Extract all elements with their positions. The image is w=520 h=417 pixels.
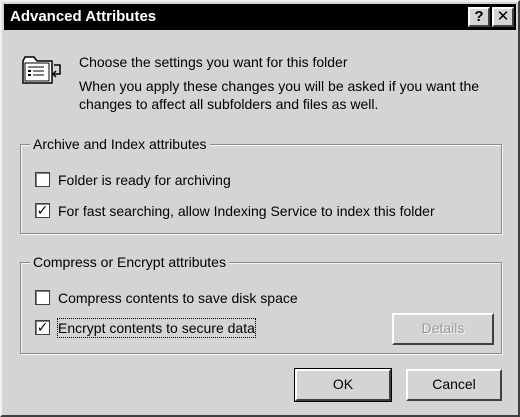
compress-checkbox[interactable] — [35, 290, 50, 305]
cancel-button[interactable]: Cancel — [406, 369, 502, 401]
title-bar[interactable]: Advanced Attributes ? ✕ — [4, 4, 516, 30]
compress-encrypt-group-title: Compress or Encrypt attributes — [30, 252, 229, 272]
header-description-line2: changes to affect all subfolders and fil… — [79, 96, 379, 112]
header-description-line1: When you apply these changes you will be… — [79, 78, 480, 94]
details-button[interactable]: Details — [392, 313, 494, 345]
archive-checkbox[interactable] — [35, 172, 50, 187]
archive-option-label: Folder is ready for archiving — [58, 172, 231, 188]
archive-index-group: Archive and Index attributes Folder is r… — [20, 134, 502, 234]
folder-settings-icon — [22, 56, 61, 84]
advanced-attributes-dialog: Advanced Attributes ? ✕ Choose the setti… — [0, 0, 520, 417]
compress-encrypt-group: Compress or Encrypt attributes Compress … — [20, 252, 502, 354]
encrypt-option-label: Encrypt contents to secure data — [57, 318, 256, 338]
archive-index-group-title: Archive and Index attributes — [30, 134, 210, 154]
close-button[interactable]: ✕ — [492, 7, 514, 27]
indexing-checkbox[interactable]: ✓ — [35, 203, 50, 218]
indexing-option-label: For fast searching, allow Indexing Servi… — [58, 203, 435, 219]
compress-option-label: Compress contents to save disk space — [58, 290, 298, 306]
window-title: Advanced Attributes — [10, 8, 157, 25]
help-button[interactable]: ? — [468, 7, 490, 27]
encrypt-checkbox[interactable]: ✓ — [35, 320, 50, 335]
header-heading: Choose the settings you want for this fo… — [79, 54, 348, 70]
ok-button[interactable]: OK — [294, 368, 392, 402]
